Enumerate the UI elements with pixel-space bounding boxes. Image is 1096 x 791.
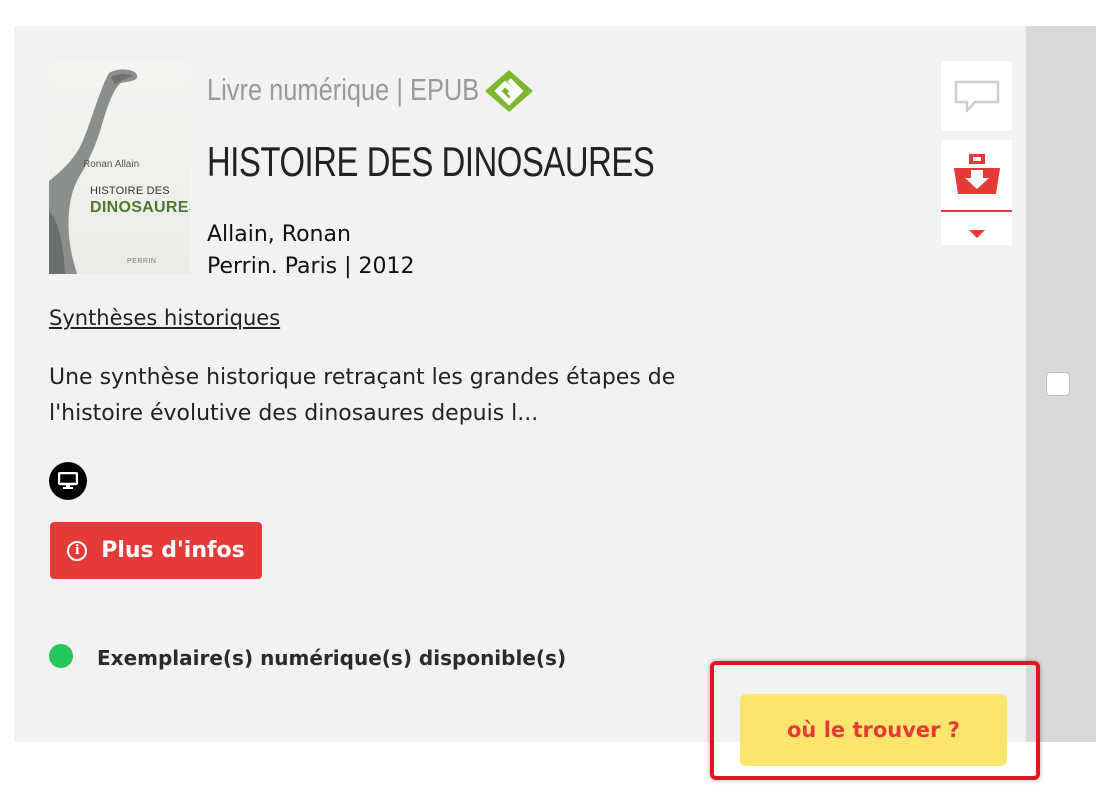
epub-icon — [485, 70, 533, 112]
monitor-icon — [49, 462, 87, 500]
series-link[interactable]: Synthèses historiques — [49, 306, 280, 330]
select-record-checkbox[interactable] — [1046, 372, 1070, 396]
record-description: Une synthèse historique retraçant les gr… — [49, 360, 769, 432]
highlight-frame — [710, 661, 1040, 780]
basket-download-icon — [954, 154, 1000, 194]
info-icon: i — [67, 540, 88, 561]
comment-icon — [954, 80, 1000, 113]
description-line: Une synthèse historique retraçant les gr… — [49, 365, 676, 390]
record-author: Allain, Ronan — [207, 222, 351, 247]
basket-dropdown-toggle[interactable] — [941, 212, 1012, 245]
record-publisher: Perrin. Paris | 2012 — [207, 254, 415, 279]
cover-publisher: PERRIN — [127, 258, 157, 265]
availability-status-dot — [49, 644, 73, 668]
caret-down-icon — [969, 230, 985, 238]
cover-title-line2: DINOSAURES — [90, 199, 190, 216]
comment-button[interactable] — [941, 61, 1012, 131]
description-line: l'histoire évolutive des dinosaures depu… — [49, 401, 539, 426]
record-title[interactable]: HISTOIRE DES DINOSAURES — [207, 138, 655, 186]
more-info-label: Plus d'infos — [101, 538, 245, 563]
basket-button[interactable] — [941, 140, 1012, 210]
format-label: Livre numérique | EPUB — [207, 72, 480, 107]
cover-title-line1: HISTOIRE DES — [90, 185, 170, 197]
cover-author: Ronan Allain — [83, 159, 140, 170]
book-cover[interactable]: Ronan Allain HISTOIRE DES DINOSAURES PER… — [49, 61, 190, 274]
availability-text: Exemplaire(s) numérique(s) disponible(s) — [97, 646, 567, 670]
more-info-button[interactable]: i Plus d'infos — [50, 522, 262, 579]
